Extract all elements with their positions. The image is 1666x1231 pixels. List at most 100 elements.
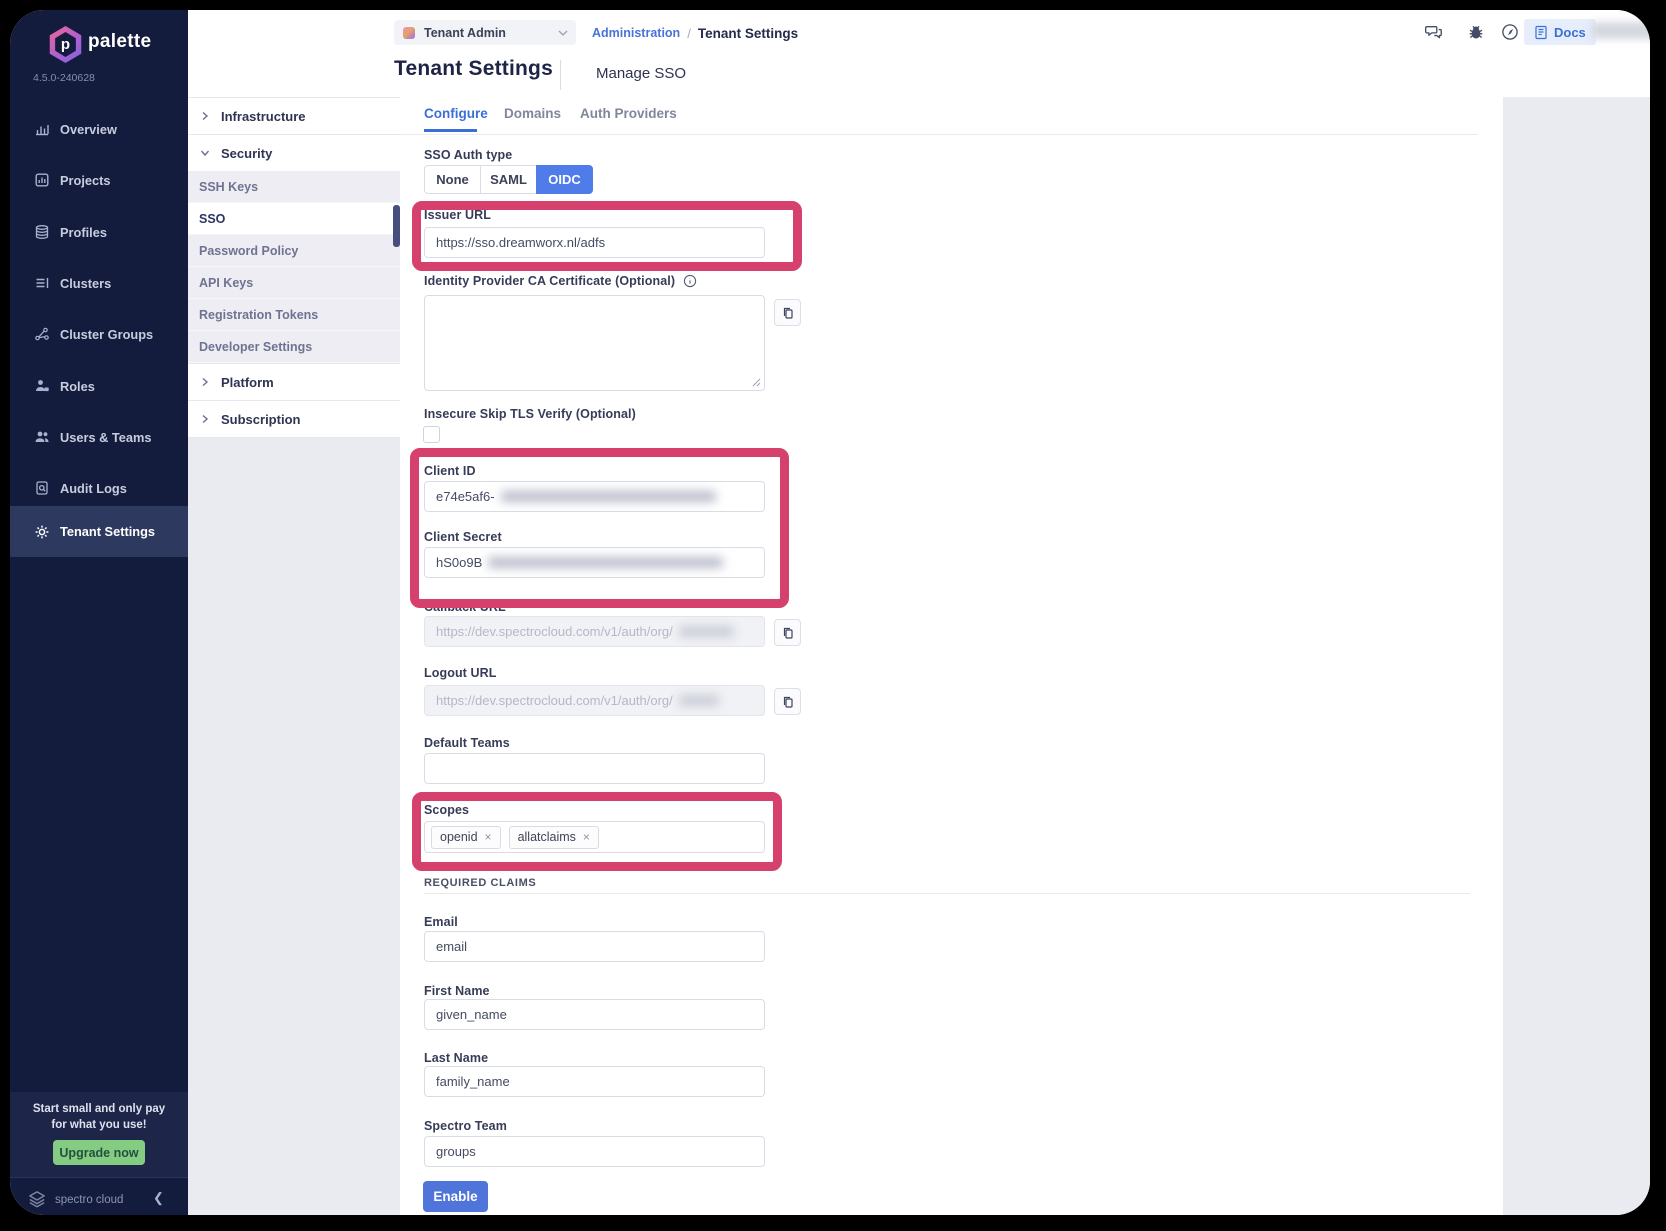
info-icon[interactable]	[683, 274, 697, 288]
nav-group-security[interactable]: Security	[188, 135, 400, 171]
palette-logo-icon: p	[48, 26, 83, 63]
nav-group-label: Infrastructure	[221, 109, 306, 124]
sidebar-item-audit-logs[interactable]: Audit Logs	[10, 467, 188, 509]
client-secret-label: Client Secret	[424, 530, 502, 544]
nav-divider	[188, 134, 400, 135]
nav-group-infrastructure[interactable]: Infrastructure	[188, 98, 400, 134]
audit-logs-icon	[34, 480, 50, 496]
remove-scope-icon[interactable]: ×	[583, 830, 590, 844]
nav-divider	[188, 400, 400, 401]
scopes-label: Scopes	[424, 803, 469, 817]
spectro-cloud-logo-icon	[26, 1188, 48, 1210]
first-name-claim-input[interactable]: given_name	[424, 999, 765, 1030]
nav-item-developer-settings[interactable]: Developer Settings	[188, 331, 400, 363]
enable-button[interactable]: Enable	[423, 1181, 488, 1212]
required-claims-header: REQUIRED CLAIMS	[424, 877, 536, 889]
sidebar-item-tenant-settings[interactable]: Tenant Settings	[10, 506, 188, 557]
skip-tls-verify-label: Insecure Skip TLS Verify (Optional)	[424, 407, 636, 421]
issuer-url-input[interactable]: https://sso.dreamworx.nl/adfs	[424, 227, 765, 258]
copy-ca-certificate-button[interactable]	[774, 299, 801, 326]
docs-book-icon	[1534, 25, 1548, 40]
remove-scope-icon[interactable]: ×	[485, 830, 492, 844]
bug-report-icon[interactable]	[1466, 22, 1486, 42]
chevron-right-icon	[200, 111, 210, 121]
nav-item-password-policy[interactable]: Password Policy	[188, 235, 400, 267]
docs-button[interactable]: Docs	[1524, 19, 1596, 45]
subnav-scrollbar-thumb[interactable]	[393, 205, 400, 247]
tab-configure[interactable]: Configure	[424, 106, 488, 121]
chevron-down-icon	[200, 148, 210, 158]
upsell-line2: for what you use!	[51, 1119, 146, 1131]
auth-option-none[interactable]: None	[424, 165, 481, 194]
chat-icon[interactable]	[1424, 22, 1444, 42]
collapse-sidebar-icon[interactable]: ❮	[153, 1190, 164, 1206]
sso-auth-type-segmented: None SAML OIDC	[424, 165, 593, 194]
copy-callback-url-button[interactable]	[774, 619, 801, 646]
sidebar-item-users-teams[interactable]: Users & Teams	[10, 416, 188, 458]
user-name-redacted[interactable]	[1592, 22, 1650, 39]
page-title: Tenant Settings	[394, 57, 553, 81]
email-claim-label: Email	[424, 915, 458, 929]
roles-user-lock-icon	[34, 378, 50, 394]
profiles-layers-icon	[34, 224, 50, 240]
skip-tls-verify-checkbox[interactable]	[423, 426, 440, 443]
sidebar-item-projects[interactable]: Projects	[10, 159, 188, 201]
last-name-claim-input[interactable]: family_name	[424, 1066, 765, 1097]
primary-sidebar: p palette 4.5.0-240628 Overview Projects	[10, 10, 188, 1215]
logout-url-redacted	[679, 695, 719, 706]
nav-group-label: Subscription	[221, 412, 300, 427]
auth-option-oidc[interactable]: OIDC	[536, 165, 593, 194]
chevron-right-icon	[200, 377, 210, 387]
sidebar-item-roles[interactable]: Roles	[10, 365, 188, 407]
breadcrumb-separator: /	[687, 26, 691, 41]
client-id-input[interactable]: e74e5af6-	[424, 481, 765, 512]
breadcrumb-administration[interactable]: Administration	[592, 26, 680, 40]
tenant-admin-icon	[403, 27, 415, 39]
client-secret-redacted	[488, 557, 723, 568]
tab-auth-providers[interactable]: Auth Providers	[580, 106, 677, 121]
nav-divider	[188, 437, 400, 438]
nav-item-sso[interactable]: SSO	[188, 203, 400, 235]
client-secret-input[interactable]: hS0o9B	[424, 547, 765, 578]
active-tab-underline	[424, 129, 477, 132]
compass-icon[interactable]	[1500, 22, 1520, 42]
upgrade-now-button[interactable]: Upgrade now	[53, 1140, 145, 1165]
scope-chip-openid: openid ×	[431, 826, 501, 849]
callback-url-redacted	[679, 626, 734, 637]
client-id-label: Client ID	[424, 464, 476, 478]
app-window: Tenant Admin Administration / Tenant Set…	[10, 10, 1650, 1215]
projects-icon	[34, 172, 50, 188]
spectro-team-claim-input[interactable]: groups	[424, 1136, 765, 1167]
scope-chip-allatclaims: allatclaims ×	[509, 826, 599, 849]
logout-url-label: Logout URL	[424, 666, 497, 680]
copy-logout-url-button[interactable]	[774, 688, 801, 715]
scopes-input[interactable]: openid × allatclaims ×	[424, 821, 765, 853]
tenant-scope-selector[interactable]: Tenant Admin	[394, 20, 576, 45]
issuer-url-label: Issuer URL	[424, 208, 491, 222]
nav-item-api-keys[interactable]: API Keys	[188, 267, 400, 299]
first-name-claim-label: First Name	[424, 984, 490, 998]
auth-option-saml[interactable]: SAML	[480, 165, 537, 194]
content-card	[400, 97, 1503, 1215]
callback-url-input: https://dev.spectrocloud.com/v1/auth/org…	[424, 616, 765, 647]
nav-item-ssh-keys[interactable]: SSH Keys	[188, 171, 400, 203]
tab-domains[interactable]: Domains	[504, 106, 561, 121]
email-claim-input[interactable]: email	[424, 931, 765, 962]
breadcrumb-current: Tenant Settings	[698, 26, 798, 41]
nav-divider	[188, 97, 400, 98]
docs-label: Docs	[1554, 25, 1586, 40]
sidebar-item-profiles[interactable]: Profiles	[10, 211, 188, 253]
sidebar-item-overview[interactable]: Overview	[10, 108, 188, 150]
nav-group-platform[interactable]: Platform	[188, 364, 400, 400]
sidebar-item-clusters[interactable]: Clusters	[10, 262, 188, 304]
nav-item-registration-tokens[interactable]: Registration Tokens	[188, 299, 400, 331]
default-teams-input[interactable]	[424, 753, 765, 784]
sidebar-item-cluster-groups[interactable]: Cluster Groups	[10, 313, 188, 355]
nav-group-label: Security	[221, 146, 272, 161]
nav-group-subscription[interactable]: Subscription	[188, 401, 400, 437]
overview-chart-icon	[34, 121, 50, 137]
breadcrumb: Administration / Tenant Settings	[592, 23, 798, 43]
logout-url-input: https://dev.spectrocloud.com/v1/auth/org…	[424, 685, 765, 716]
resize-handle-icon[interactable]	[752, 378, 761, 387]
ca-certificate-textarea[interactable]	[424, 295, 765, 391]
